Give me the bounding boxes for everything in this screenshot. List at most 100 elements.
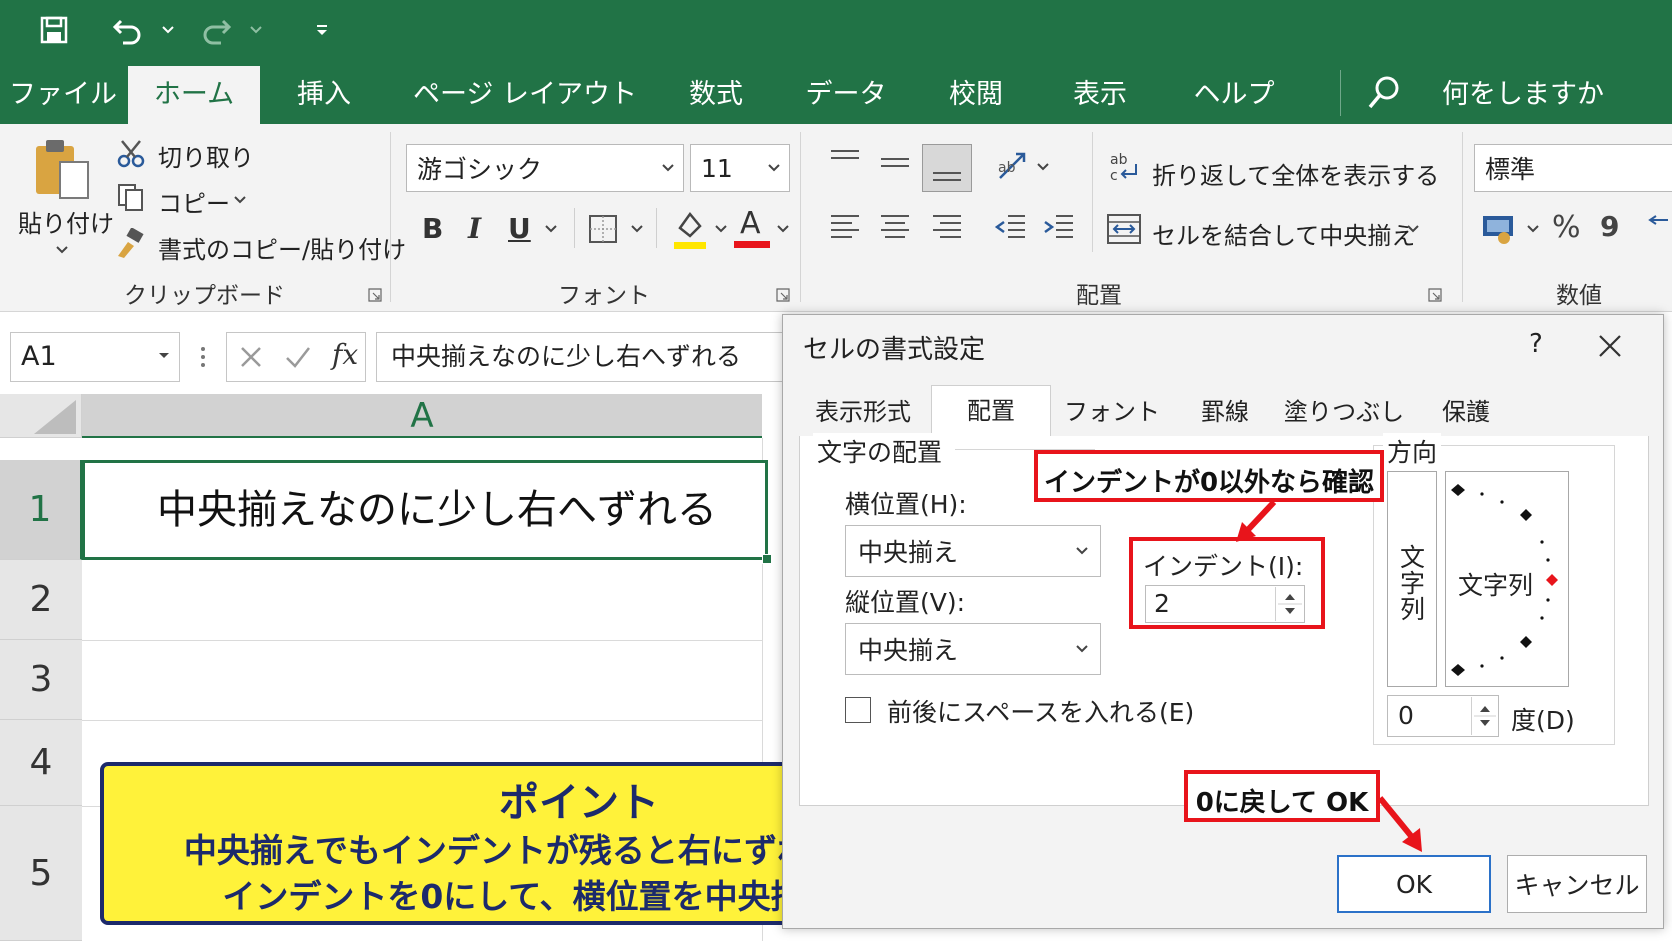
confirm-entry-icon[interactable] <box>284 344 312 370</box>
tab-review[interactable]: 校閲 <box>930 66 1022 124</box>
name-box[interactable]: A1 <box>10 332 180 382</box>
font-launcher-icon[interactable] <box>776 288 790 302</box>
align-center-icon[interactable] <box>878 212 912 242</box>
orientation-dropdown-icon[interactable] <box>1036 162 1050 172</box>
accounting-dropdown-icon[interactable] <box>1526 224 1540 234</box>
row-header-1[interactable]: 1 <box>0 460 82 560</box>
row-header-2[interactable]: 2 <box>0 560 82 640</box>
alignment-launcher-icon[interactable] <box>1428 288 1442 302</box>
copy-dropdown-icon[interactable] <box>232 194 248 206</box>
vertical-text-box[interactable]: 文 字 列 <box>1387 471 1437 687</box>
merge-center-button[interactable]: セルを結合して中央揃え <box>1152 216 1415 251</box>
tab-page-layout[interactable]: ページ レイアウト <box>410 66 640 124</box>
tab-protection[interactable]: 保護 <box>1411 387 1521 437</box>
tab-data[interactable]: データ <box>794 66 898 124</box>
tab-file[interactable]: ファイル <box>8 66 118 124</box>
font-color-letter: A <box>740 206 761 241</box>
font-color-icon[interactable]: A <box>734 206 770 250</box>
tab-insert[interactable]: 挿入 <box>274 66 374 124</box>
fill-color-icon[interactable] <box>672 208 708 250</box>
paste-icon[interactable] <box>32 136 92 202</box>
redo-icon[interactable] <box>196 10 236 50</box>
row-gridline <box>82 640 762 641</box>
undo-dropdown-icon[interactable] <box>156 10 180 50</box>
scissors-icon <box>116 138 146 168</box>
font-size-value: 11 <box>701 153 733 183</box>
copy-button[interactable]: コピー <box>158 184 230 219</box>
degrees-spinner[interactable] <box>1471 697 1497 735</box>
redo-dropdown-icon[interactable] <box>244 10 268 50</box>
align-left-icon[interactable] <box>828 212 862 242</box>
undo-icon[interactable] <box>108 10 148 50</box>
cancel-entry-icon[interactable] <box>238 344 264 370</box>
accounting-icon[interactable] <box>1480 210 1520 246</box>
indent-spinner[interactable] <box>1275 587 1303 621</box>
ok-button[interactable]: OK <box>1337 855 1491 913</box>
tell-me-search[interactable]: 何をしますか <box>1428 66 1618 124</box>
distributed-checkbox[interactable] <box>845 697 871 723</box>
tab-formulas[interactable]: 数式 <box>668 66 764 124</box>
close-icon[interactable] <box>1597 333 1623 359</box>
row-header-3[interactable]: 3 <box>0 640 82 720</box>
cell-a1[interactable]: 中央揃えなのに少し右へずれる <box>82 460 768 560</box>
row-header-4[interactable]: 4 <box>0 720 82 806</box>
insert-function-icon[interactable]: fx <box>332 338 358 371</box>
horizontal-select[interactable]: 中央揃え <box>845 525 1101 577</box>
chevron-down-icon <box>767 163 781 173</box>
customize-icon[interactable] <box>310 10 334 50</box>
clipboard-launcher-icon[interactable] <box>368 288 382 302</box>
paste-dropdown-icon[interactable] <box>54 244 70 256</box>
formula-input[interactable]: 中央揃えなのに少し右へずれる <box>376 332 786 382</box>
increase-indent-icon[interactable] <box>1042 212 1076 242</box>
tab-number[interactable]: 表示形式 <box>799 387 927 437</box>
save-icon[interactable] <box>34 10 74 50</box>
tab-home[interactable]: ホーム <box>128 66 260 124</box>
underline-button[interactable]: U <box>508 212 531 245</box>
font-color-dropdown-icon[interactable] <box>776 224 790 234</box>
orientation-icon[interactable]: ab <box>996 150 1032 184</box>
paste-button[interactable]: 貼り付け <box>18 204 114 239</box>
align-top-icon[interactable] <box>828 146 862 176</box>
align-right-icon[interactable] <box>930 212 964 242</box>
font-name-combo[interactable]: 游ゴシック <box>406 144 684 192</box>
merge-dropdown-icon[interactable] <box>1406 224 1420 234</box>
format-painter-icon <box>114 228 146 258</box>
cut-button[interactable]: 切り取り <box>158 138 254 173</box>
format-painter-button[interactable]: 書式のコピー/貼り付け <box>158 230 406 265</box>
tab-help[interactable]: ヘルプ <box>1180 66 1288 124</box>
ribbon-divider <box>800 132 801 302</box>
border-dropdown-icon[interactable] <box>630 224 644 234</box>
underline-dropdown-icon[interactable] <box>544 224 558 234</box>
tab-border[interactable]: 罫線 <box>1173 387 1277 437</box>
column-header-a[interactable]: A <box>82 394 762 438</box>
search-icon[interactable] <box>1366 74 1402 112</box>
wrap-text-button[interactable]: 折り返して全体を表示する <box>1152 156 1439 191</box>
comma-button[interactable]: 9 <box>1600 210 1619 243</box>
bold-button[interactable]: B <box>422 212 443 245</box>
select-all-corner[interactable] <box>0 394 82 438</box>
indent-callout: インデントが0以外なら確認 <box>1034 450 1384 502</box>
tab-view[interactable]: 表示 <box>1052 66 1148 124</box>
number-format-combo[interactable]: 標準 <box>1474 144 1672 192</box>
help-button[interactable]: ? <box>1529 329 1543 359</box>
fill-dropdown-icon[interactable] <box>714 224 728 234</box>
ribbon-divider <box>1092 132 1093 252</box>
tab-font[interactable]: フォント <box>1055 387 1169 437</box>
tab-alignment[interactable]: 配置 <box>931 385 1051 437</box>
indent-highlight: インデント(I): 2 <box>1129 537 1325 629</box>
row-header-5[interactable]: 5 <box>0 806 82 941</box>
percent-button[interactable]: % <box>1552 210 1581 245</box>
border-icon[interactable] <box>588 214 618 244</box>
vertical-select[interactable]: 中央揃え <box>845 623 1101 675</box>
align-bottom-icon[interactable] <box>922 144 972 192</box>
orientation-dial[interactable]: 文字列 <box>1445 471 1569 687</box>
fill-handle[interactable] <box>762 554 772 564</box>
align-middle-icon[interactable] <box>878 150 912 180</box>
cancel-button[interactable]: キャンセル <box>1507 855 1647 913</box>
tab-fill[interactable]: 塗りつぶし <box>1281 387 1407 437</box>
decrease-indent-icon[interactable] <box>994 212 1028 242</box>
decimal-icon[interactable] <box>1646 212 1672 242</box>
formula-bar-grip-icon[interactable] <box>200 344 206 370</box>
italic-button[interactable]: I <box>468 212 481 245</box>
font-size-combo[interactable]: 11 <box>690 144 790 192</box>
